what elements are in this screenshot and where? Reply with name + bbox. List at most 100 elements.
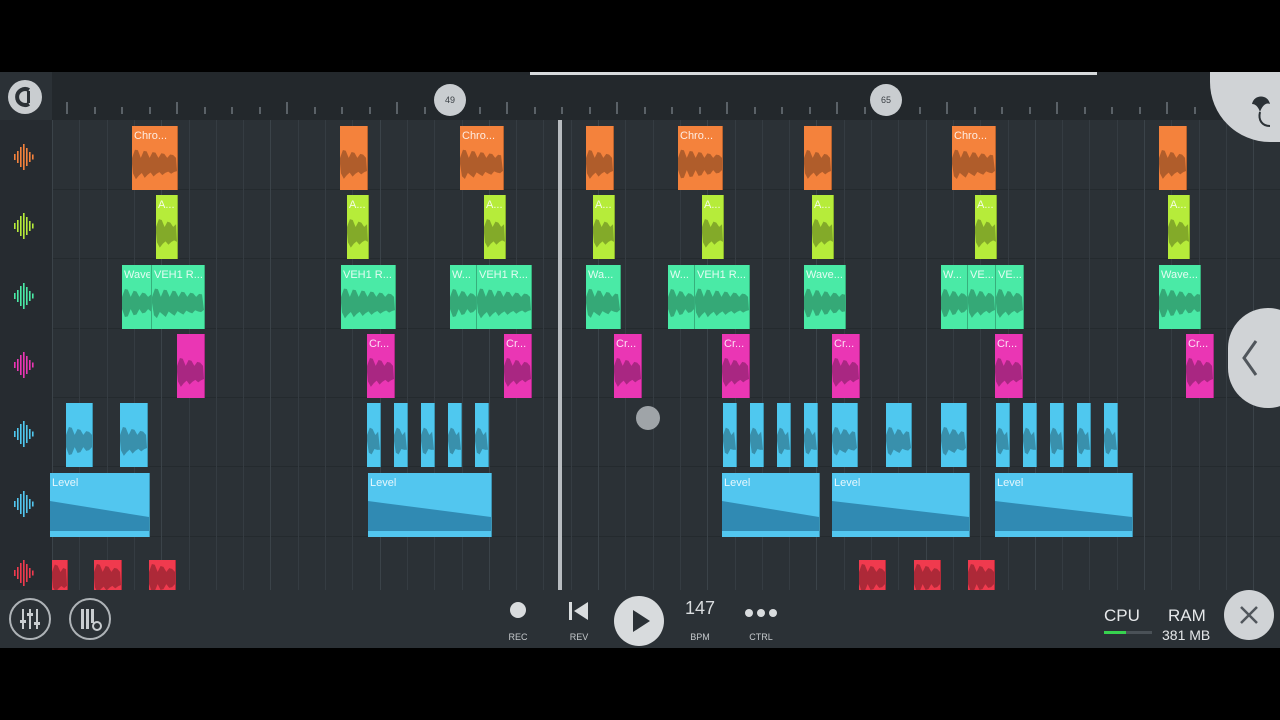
- pattern-clip[interactable]: Wave: [122, 264, 152, 329]
- track-row[interactable]: [52, 259, 1280, 329]
- fl-logo-icon[interactable]: [8, 80, 42, 114]
- pattern-clip[interactable]: [1159, 126, 1187, 190]
- scrub-handle[interactable]: [636, 406, 660, 430]
- mixer-button[interactable]: [9, 598, 51, 640]
- ruler-tick: [423, 107, 426, 114]
- timeline-ruler[interactable]: 49 65: [52, 72, 1280, 120]
- waveform-icon[interactable]: [12, 211, 38, 241]
- ruler-tick: [66, 102, 68, 114]
- track-row[interactable]: [52, 397, 1280, 468]
- pattern-clip[interactable]: Cr...: [832, 333, 860, 398]
- clip-label: A...: [814, 199, 831, 212]
- side-panel-tab[interactable]: [1228, 308, 1280, 408]
- play-button[interactable]: [614, 596, 664, 646]
- automation-clip[interactable]: Level: [832, 472, 970, 537]
- pattern-clip[interactable]: A...: [156, 195, 178, 260]
- waveform-icon[interactable]: [12, 350, 38, 380]
- cpu-meter: [1104, 631, 1152, 634]
- pattern-clip[interactable]: [120, 403, 148, 468]
- pattern-clip[interactable]: A...: [975, 195, 997, 260]
- playhead[interactable]: [558, 120, 562, 590]
- pattern-clip[interactable]: VEH1 R...: [341, 264, 396, 329]
- automation-clip[interactable]: Level: [50, 472, 150, 537]
- ruler-tick: [698, 107, 701, 114]
- pattern-clip[interactable]: [1023, 403, 1037, 468]
- pattern-clip[interactable]: [804, 403, 818, 468]
- pattern-clip[interactable]: [996, 403, 1010, 468]
- pattern-clip[interactable]: A...: [702, 195, 724, 260]
- record-icon: [510, 602, 526, 618]
- pattern-clip[interactable]: A...: [484, 195, 506, 260]
- waveform-icon[interactable]: [12, 142, 38, 172]
- pattern-clip[interactable]: [832, 403, 858, 468]
- pattern-clip[interactable]: [804, 126, 832, 190]
- close-button[interactable]: [1224, 590, 1274, 640]
- pattern-clip[interactable]: W...: [941, 264, 968, 329]
- pattern-clip[interactable]: Chro...: [952, 126, 996, 190]
- grid-line: [352, 120, 354, 590]
- pattern-clip[interactable]: [886, 403, 912, 468]
- pattern-clip[interactable]: [723, 403, 737, 468]
- pattern-clip[interactable]: Wave...: [1159, 264, 1201, 329]
- pattern-clip[interactable]: [448, 403, 462, 468]
- pattern-clip[interactable]: [66, 403, 93, 468]
- pattern-clip[interactable]: [1050, 403, 1064, 468]
- pattern-clip[interactable]: [750, 403, 764, 468]
- automation-clip[interactable]: Level: [368, 472, 492, 537]
- pattern-clip[interactable]: [475, 403, 489, 468]
- rewind-button[interactable]: REV: [549, 598, 609, 642]
- track-row[interactable]: [52, 120, 1280, 190]
- track-row[interactable]: [52, 328, 1280, 398]
- pattern-clip[interactable]: Wave...: [804, 264, 846, 329]
- pattern-clip[interactable]: VEH1 R...: [477, 264, 532, 329]
- timeline-marker[interactable]: 49: [434, 84, 466, 116]
- ruler-tick: [341, 107, 343, 114]
- timeline-marker[interactable]: 65: [870, 84, 902, 116]
- pattern-clip[interactable]: VE...: [968, 264, 996, 329]
- pattern-clip[interactable]: [367, 403, 381, 468]
- pattern-clip[interactable]: Cr...: [1186, 333, 1214, 398]
- waveform-icon[interactable]: [12, 419, 38, 449]
- pattern-clip[interactable]: [177, 333, 205, 398]
- pattern-clip[interactable]: A...: [1168, 195, 1190, 260]
- pattern-clip[interactable]: Chro...: [460, 126, 504, 190]
- pattern-clip[interactable]: [340, 126, 368, 190]
- ctrl-button[interactable]: CTRL: [731, 598, 791, 642]
- playlist-grid[interactable]: Chro... Chro... Chro... Chro... A... A... A...…: [50, 120, 1280, 606]
- pattern-clip[interactable]: [586, 126, 614, 190]
- waveform-icon[interactable]: [12, 489, 38, 519]
- record-button[interactable]: REC: [488, 598, 548, 642]
- pattern-clip[interactable]: VEH1 R...: [152, 264, 205, 329]
- tempo-display[interactable]: 147 BPM: [670, 598, 730, 642]
- pattern-clip[interactable]: Chro...: [132, 126, 178, 190]
- waveform-icon[interactable]: [12, 558, 38, 588]
- pattern-clip[interactable]: VEH1 R...: [695, 264, 750, 329]
- pattern-clip[interactable]: [394, 403, 408, 468]
- pattern-clip[interactable]: W...: [450, 264, 477, 329]
- pattern-clip[interactable]: [1104, 403, 1118, 468]
- pattern-clip[interactable]: Cr...: [614, 333, 642, 398]
- pattern-clip[interactable]: Cr...: [995, 333, 1023, 398]
- waveform-icon[interactable]: [12, 281, 38, 311]
- piano-settings-button[interactable]: [69, 598, 111, 640]
- pattern-clip[interactable]: [777, 403, 791, 468]
- pattern-clip[interactable]: Chro...: [678, 126, 723, 190]
- pattern-clip[interactable]: Cr...: [367, 333, 395, 398]
- horizontal-scrollbar[interactable]: [530, 72, 1097, 75]
- pattern-clip[interactable]: [1077, 403, 1091, 468]
- pattern-clip[interactable]: A...: [812, 195, 834, 260]
- pattern-clip[interactable]: [941, 403, 967, 468]
- pattern-clip[interactable]: A...: [593, 195, 615, 260]
- grid-line: [161, 120, 163, 590]
- automation-clip[interactable]: Level: [995, 472, 1133, 537]
- automation-clip[interactable]: Level: [722, 472, 820, 537]
- pattern-clip[interactable]: [421, 403, 435, 468]
- pattern-clip[interactable]: A...: [347, 195, 369, 260]
- pattern-clip[interactable]: Cr...: [722, 333, 750, 398]
- track-row[interactable]: [52, 189, 1280, 260]
- pattern-clip[interactable]: W...: [668, 264, 695, 329]
- grid-line: [1171, 120, 1173, 590]
- pattern-clip[interactable]: Cr...: [504, 333, 532, 398]
- pattern-clip[interactable]: VE...: [996, 264, 1024, 329]
- pattern-clip[interactable]: Wa...: [586, 264, 621, 329]
